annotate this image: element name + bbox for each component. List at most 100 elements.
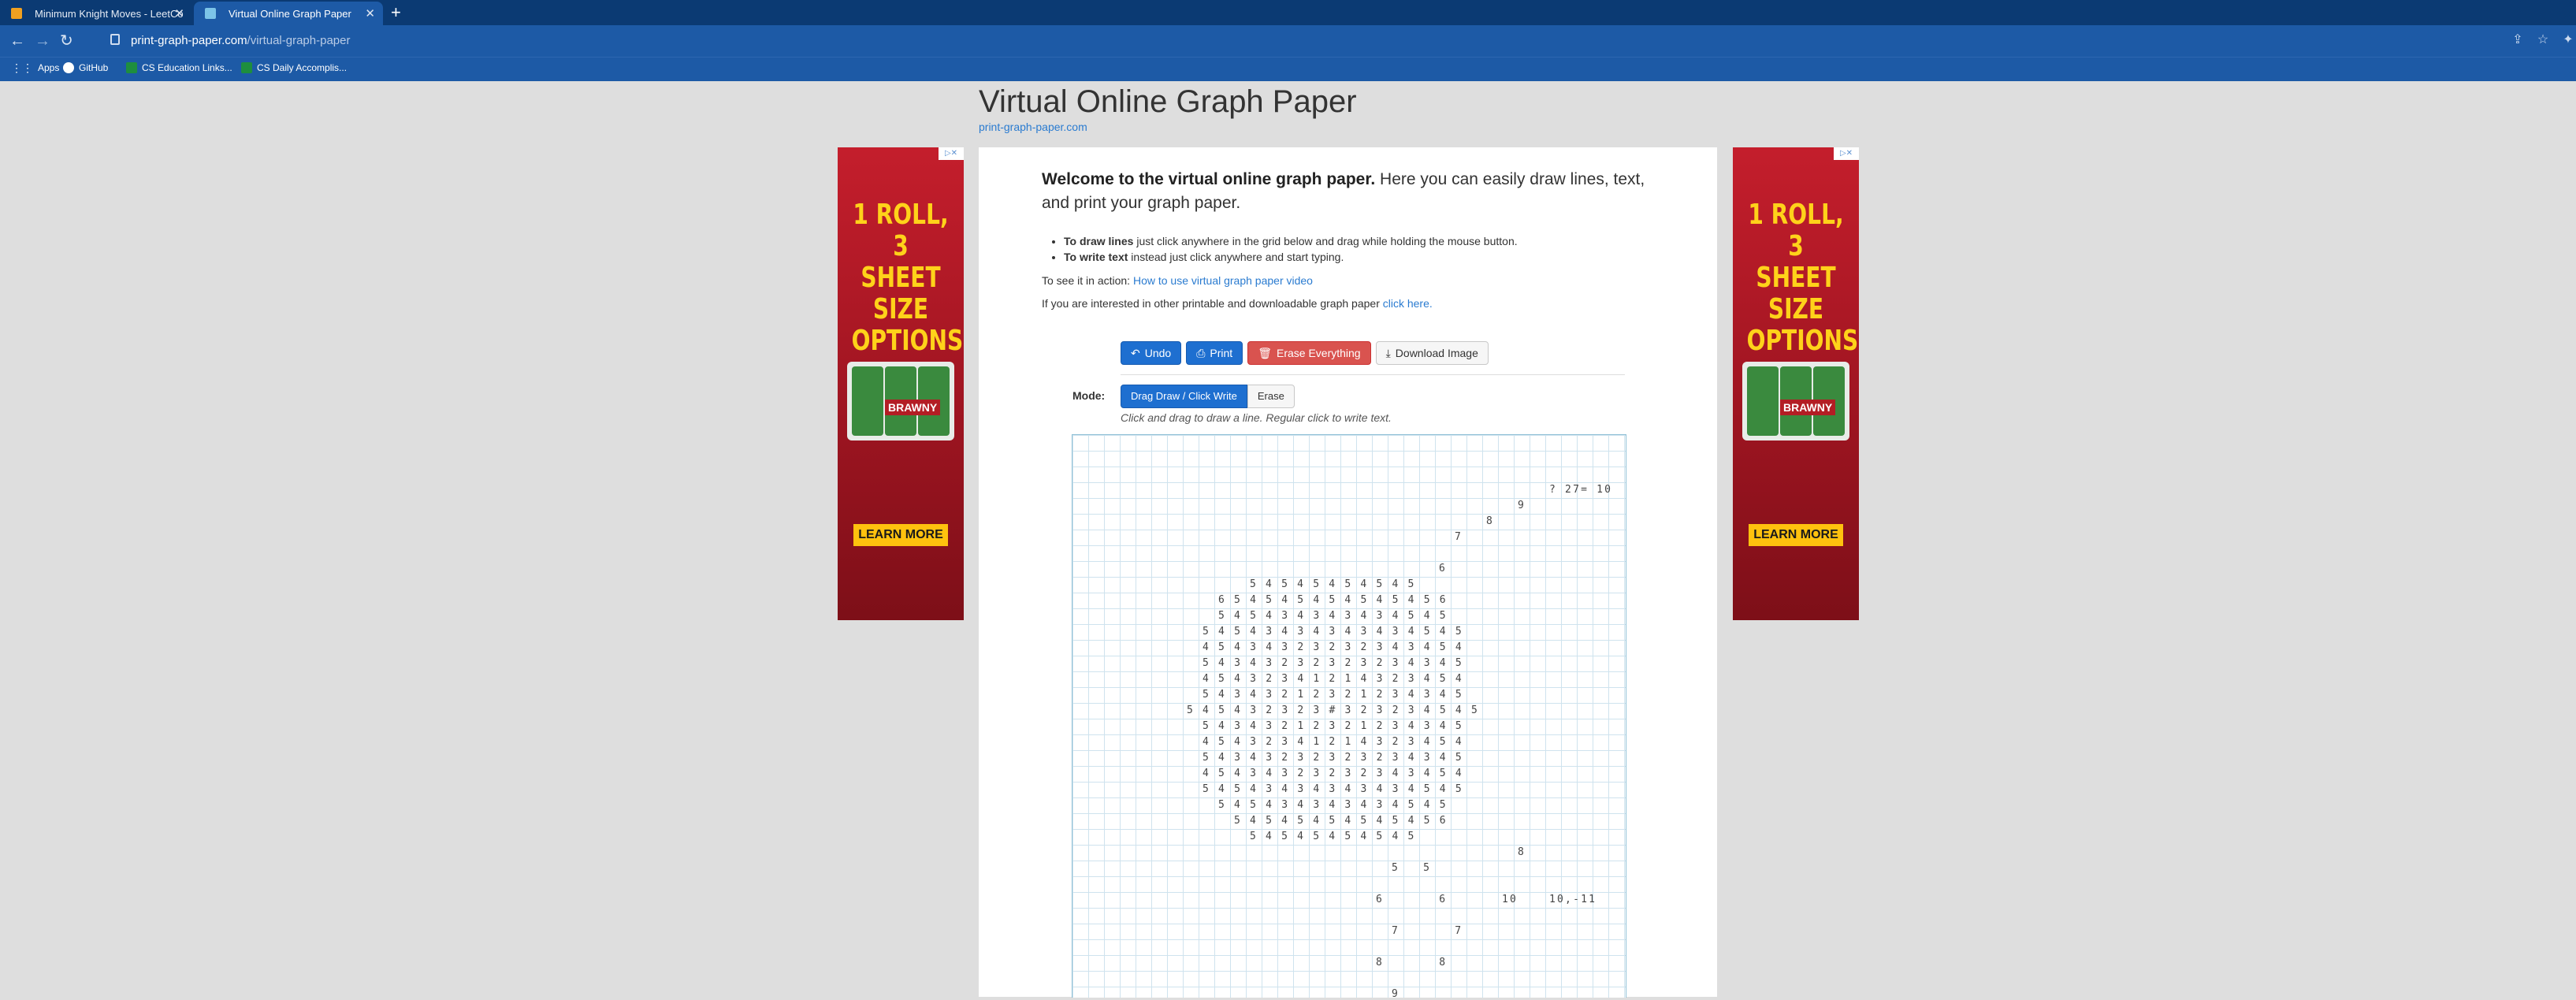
print-icon: ⎙ xyxy=(1196,347,1206,359)
mode-hint: Click and drag to draw a line. Regular c… xyxy=(1121,411,1392,424)
grid-text: 6 6 xyxy=(1376,894,1448,905)
ad-headline-line: 3 SHEET xyxy=(861,230,941,294)
toolbar-divider xyxy=(1121,374,1625,375)
ad-left[interactable]: ▷✕ 1 ROLL, 3 SHEET SIZE OPTIONS BRAWNY L… xyxy=(838,147,964,620)
ad-learn-more-button[interactable]: LEARN MORE xyxy=(853,524,948,546)
graph-paper-favicon-icon xyxy=(205,8,216,19)
grid-text: 9 xyxy=(1392,988,1400,1000)
grid-text: 5 4 3 4 3 2 3 2 3 2 3 2 3 4 3 4 5 xyxy=(1203,657,1463,669)
bookmark-cs-daily[interactable]: CS Daily Accomplis... xyxy=(241,61,347,75)
close-tab-icon[interactable]: ✕ xyxy=(174,6,184,20)
bookmark-apps[interactable]: ⋮⋮ Apps xyxy=(11,61,59,75)
drag-draw-mode-button[interactable]: Drag Draw / Click Write xyxy=(1121,385,1247,408)
grid-text: 5 4 5 4 3 4 3 4 3 4 3 4 3 4 5 4 5 xyxy=(1203,626,1463,638)
grid-text: 6 xyxy=(1439,563,1448,574)
interest-prefix: If you are interested in other printable… xyxy=(1042,297,1383,310)
grid-text: 7 7 xyxy=(1392,925,1463,937)
grid-text: 8 8 xyxy=(1376,957,1448,968)
new-tab-icon[interactable]: + xyxy=(391,3,401,22)
grid-text: 5 4 5 4 5 4 5 4 5 4 5 xyxy=(1250,578,1416,590)
bookmarks-bar xyxy=(0,57,2576,81)
url-field[interactable]: print-graph-paper.com/virtual-graph-pape… xyxy=(110,32,350,50)
instruction-text: instead just click anywhere and start ty… xyxy=(1128,251,1344,263)
apps-grid-icon: ⋮⋮ xyxy=(11,61,33,74)
tab-leetcode[interactable]: Minimum Knight Moves - LeetCo ✕ xyxy=(0,2,192,25)
tab-graph-paper[interactable]: Virtual Online Graph Paper ✕ xyxy=(194,2,383,25)
tab-bar xyxy=(0,0,2576,25)
download-icon: ⤓ xyxy=(1385,347,1391,359)
ad-headline: 1 ROLL, 3 SHEET SIZE OPTIONS xyxy=(851,199,964,357)
grid-text: 9 xyxy=(1518,500,1526,511)
download-image-button[interactable]: ⤓ Download Image xyxy=(1375,341,1489,365)
forward-icon[interactable]: → xyxy=(35,30,50,52)
grid-text: 5 4 5 4 3 4 3 4 3 4 3 4 3 4 5 4 5 xyxy=(1203,783,1463,795)
grid-text: 5 5 xyxy=(1392,862,1432,874)
ad-brand: BRAWNY xyxy=(1780,400,1836,415)
welcome-bold: Welcome to the virtual online graph pape… xyxy=(1042,170,1376,188)
grid-text: 5 4 5 4 3 4 3 4 3 4 3 4 5 4 5 xyxy=(1218,610,1448,622)
ad-choices-icon[interactable]: ▷✕ xyxy=(1834,147,1859,160)
grid-text: 4 5 4 3 4 3 2 3 2 3 2 3 4 3 4 5 4 xyxy=(1203,641,1463,653)
ad-learn-more-button[interactable]: LEARN MORE xyxy=(1749,524,1843,546)
bookmark-label: CS Daily Accomplis... xyxy=(257,62,348,73)
ad-right[interactable]: ▷✕ 1 ROLL, 3 SHEET SIZE OPTIONS BRAWNY L… xyxy=(1733,147,1859,620)
download-image-label: Download Image xyxy=(1395,347,1478,359)
ad-headline-line: OPTIONS xyxy=(1746,325,1859,357)
erase-mode-button[interactable]: Erase xyxy=(1247,385,1295,408)
video-link[interactable]: How to use virtual graph paper video xyxy=(1133,274,1313,287)
mode-toggle: Drag Draw / Click Write Erase xyxy=(1121,385,1295,408)
action-paragraph: To see it in action: How to use virtual … xyxy=(1042,274,1313,287)
tab-title: Virtual Online Graph Paper xyxy=(229,7,351,20)
sheets-icon xyxy=(126,62,137,73)
ad-headline-line: OPTIONS xyxy=(851,325,964,357)
grid-text: 10,-11 xyxy=(1549,894,1597,905)
action-prefix: To see it in action: xyxy=(1042,274,1133,287)
list-item: To write text instead just click anywher… xyxy=(1064,249,1518,265)
bookmark-star-icon[interactable]: ☆ xyxy=(2536,33,2550,47)
site-link[interactable]: print-graph-paper.com xyxy=(979,121,1087,133)
grid-text: 8 xyxy=(1518,846,1526,858)
instruction-bold: To draw lines xyxy=(1064,235,1134,247)
grid-text: 5 4 5 4 3 2 3 2 3 # 3 2 3 2 3 4 5 4 5 xyxy=(1187,704,1479,716)
page-title: Virtual Online Graph Paper xyxy=(979,84,1357,119)
grid-text: 6 5 4 5 4 5 4 5 4 5 4 5 4 5 6 xyxy=(1218,594,1448,606)
interest-paragraph: If you are interested in other printable… xyxy=(1042,297,1433,310)
grid-text: 7 xyxy=(1455,531,1463,543)
instruction-text: just click anywhere in the grid below an… xyxy=(1133,235,1518,247)
lock-icon xyxy=(110,34,120,45)
grid-text: 10 xyxy=(1502,894,1518,905)
tab-title: Minimum Knight Moves - LeetCo xyxy=(35,7,184,20)
print-button[interactable]: ⎙ Print xyxy=(1186,341,1243,365)
grid-text: 5 4 5 4 5 4 5 4 5 4 5 xyxy=(1250,831,1416,842)
ad-choices-icon[interactable]: ▷✕ xyxy=(939,147,964,160)
erase-everything-button[interactable]: 🗑 Erase Everything xyxy=(1247,341,1371,365)
url-host: print-graph-paper.com xyxy=(131,34,247,47)
bookmark-label: Apps xyxy=(38,62,60,73)
bookmark-label: GitHub xyxy=(79,62,109,73)
undo-button[interactable]: ↶ Undo xyxy=(1121,341,1182,365)
share-icon[interactable]: ⇪ xyxy=(2511,33,2525,47)
ad-headline-line: 3 SHEET xyxy=(1756,230,1836,294)
back-icon[interactable]: ← xyxy=(9,30,25,52)
bookmark-cs-education[interactable]: CS Education Links... xyxy=(126,61,232,75)
grid-text: 5 4 5 4 5 4 5 4 5 4 5 4 5 6 xyxy=(1234,815,1448,827)
reload-icon[interactable]: ↻ xyxy=(60,30,73,52)
grid-text: 5 4 3 4 3 2 1 2 3 2 1 2 3 4 3 4 5 xyxy=(1203,720,1463,732)
grid-text: 4 5 4 3 2 3 4 1 2 1 4 3 2 3 4 5 4 xyxy=(1203,673,1463,685)
sheets-icon xyxy=(241,62,252,73)
click-here-link[interactable]: click here. xyxy=(1383,297,1433,310)
undo-label: Undo xyxy=(1144,347,1172,359)
ad-headline-line: SIZE xyxy=(872,293,929,325)
bookmark-label: CS Education Links... xyxy=(142,62,232,73)
bookmark-github[interactable]: GitHub xyxy=(63,61,108,75)
graph-paper-canvas[interactable]: ? 27= 10 9 8 7 6 5 4 5 4 5 4 5 4 5 4 5 6 5 4 5… xyxy=(1072,434,1626,1000)
list-item: To draw lines just click anywhere in the… xyxy=(1064,233,1518,249)
extensions-icon[interactable]: ✦ xyxy=(2561,33,2575,47)
leetcode-favicon-icon xyxy=(11,8,22,19)
close-tab-icon[interactable]: ✕ xyxy=(365,6,375,20)
grid-text: 5 4 5 4 3 4 3 4 3 4 3 4 5 4 5 xyxy=(1218,799,1448,811)
welcome-text: Welcome to the virtual online graph pape… xyxy=(1042,168,1656,215)
instructions-list: To draw lines just click anywhere in the… xyxy=(1042,233,1518,265)
ad-headline-line: 1 ROLL, xyxy=(853,199,949,231)
grid-text: 5 4 3 4 3 2 3 2 3 2 3 2 3 4 3 4 5 xyxy=(1203,752,1463,764)
